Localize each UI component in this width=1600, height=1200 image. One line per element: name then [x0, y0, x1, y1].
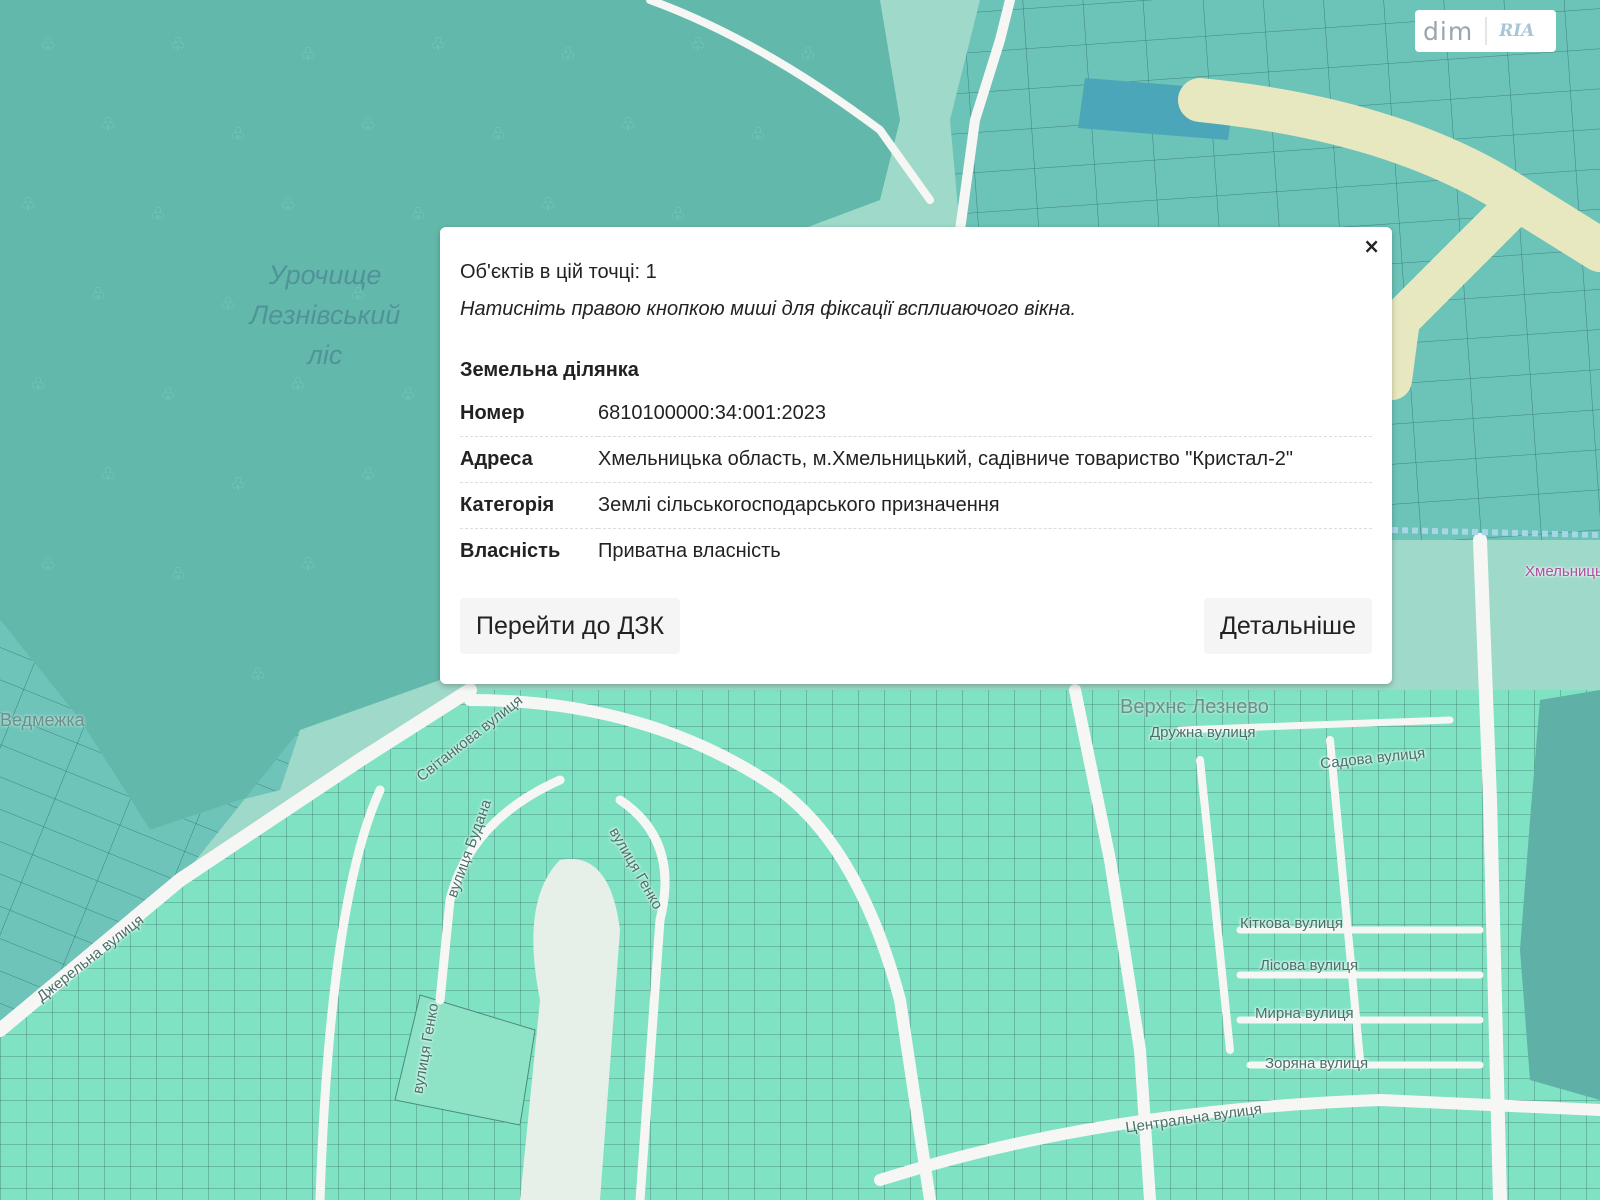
svg-text:♧: ♧ — [750, 124, 766, 145]
popup-hint: Натисніть правою кнопкою миші для фіксац… — [460, 298, 1077, 320]
close-icon[interactable]: × — [1363, 235, 1380, 257]
go-to-dzk-button[interactable]: Перейти до ДЗК — [460, 598, 681, 654]
street-label: Зоряна вулиця — [1265, 1055, 1369, 1072]
svg-text:♧: ♧ — [150, 204, 166, 225]
logo-divider — [1485, 17, 1488, 45]
table-row: Адреса Хмельницька область, м.Хмельницьк… — [460, 437, 1372, 483]
dimria-logo: dim RIA — [1415, 10, 1556, 52]
table-row: Власність Приватна власність — [460, 529, 1372, 575]
svg-text:♧: ♧ — [90, 284, 106, 305]
svg-text:♧: ♧ — [250, 664, 266, 685]
row-value: 6810100000:34:001:2023 — [598, 402, 827, 424]
svg-text:♧: ♧ — [170, 34, 186, 55]
objects-count: Об'єктів в цій точці: 1 — [460, 261, 657, 283]
svg-text:♧: ♧ — [670, 204, 686, 225]
row-key: Номер — [460, 402, 525, 424]
svg-text:♧: ♧ — [40, 554, 56, 575]
svg-text:♧: ♧ — [490, 124, 506, 145]
svg-text:♧: ♧ — [100, 464, 116, 485]
table-row: Категорія Землі сільськогосподарського п… — [460, 483, 1372, 529]
logo-text-dim: dim — [1423, 16, 1474, 46]
svg-text:♧: ♧ — [300, 44, 316, 65]
svg-text:♧: ♧ — [230, 124, 246, 145]
section-title: Земельна ділянка — [460, 359, 639, 381]
svg-text:♧: ♧ — [40, 34, 56, 55]
svg-text:♧: ♧ — [620, 114, 636, 135]
street-label: Хмельницька — [1525, 563, 1600, 580]
svg-text:♧: ♧ — [160, 384, 176, 405]
row-value: Хмельницька область, м.Хмельницький, сад… — [598, 448, 1293, 470]
area-label-line: ліс — [307, 340, 343, 370]
table-row: Номер 6810100000:34:001:2023 — [460, 396, 1372, 437]
svg-text:♧: ♧ — [430, 34, 446, 55]
street-label: Кіткова вулиця — [1240, 915, 1343, 932]
parcel-info-popup: × Об'єктів в цій точці: 1 Натисніть прав… — [440, 227, 1392, 684]
svg-text:♧: ♧ — [170, 564, 186, 585]
details-button[interactable]: Детальніше — [1203, 598, 1372, 654]
svg-text:♧: ♧ — [360, 114, 376, 135]
svg-text:♧: ♧ — [560, 44, 576, 65]
street-label: Мирна вулиця — [1255, 1005, 1354, 1022]
svg-text:♧: ♧ — [290, 374, 306, 395]
svg-text:♧: ♧ — [280, 194, 296, 215]
street-label: Лісова вулиця — [1260, 957, 1359, 974]
svg-text:♧: ♧ — [690, 34, 706, 55]
svg-text:♧: ♧ — [100, 114, 116, 135]
svg-text:♧: ♧ — [400, 384, 416, 405]
area-label: Урочище Лезнівський ліс — [225, 255, 425, 375]
parcel-info-table: Номер 6810100000:34:001:2023 Адреса Хмел… — [460, 396, 1372, 574]
svg-text:♧: ♧ — [540, 194, 556, 215]
svg-text:♧: ♧ — [230, 474, 246, 495]
row-key: Категорія — [460, 494, 555, 516]
village-label: Верхнє Лезнево — [1120, 696, 1269, 718]
svg-text:♧: ♧ — [360, 464, 376, 485]
row-key: Адреса — [460, 448, 533, 470]
area-label-line: Лезнівський — [249, 300, 401, 330]
svg-text:♧: ♧ — [410, 204, 426, 225]
village-label: Ведмежка — [0, 710, 85, 730]
svg-text:♧: ♧ — [300, 554, 316, 575]
row-value: Приватна власність — [598, 540, 781, 562]
svg-text:♧: ♧ — [30, 374, 46, 395]
street-label: Дружна вулиця — [1150, 724, 1256, 741]
logo-text-ria: RIA — [1499, 21, 1535, 41]
row-key: Власність — [460, 540, 561, 562]
svg-text:♧: ♧ — [20, 194, 36, 215]
svg-text:♧: ♧ — [800, 44, 816, 65]
row-value: Землі сільськогосподарського призначення — [598, 494, 1000, 516]
area-label-line: Урочище — [268, 260, 382, 290]
